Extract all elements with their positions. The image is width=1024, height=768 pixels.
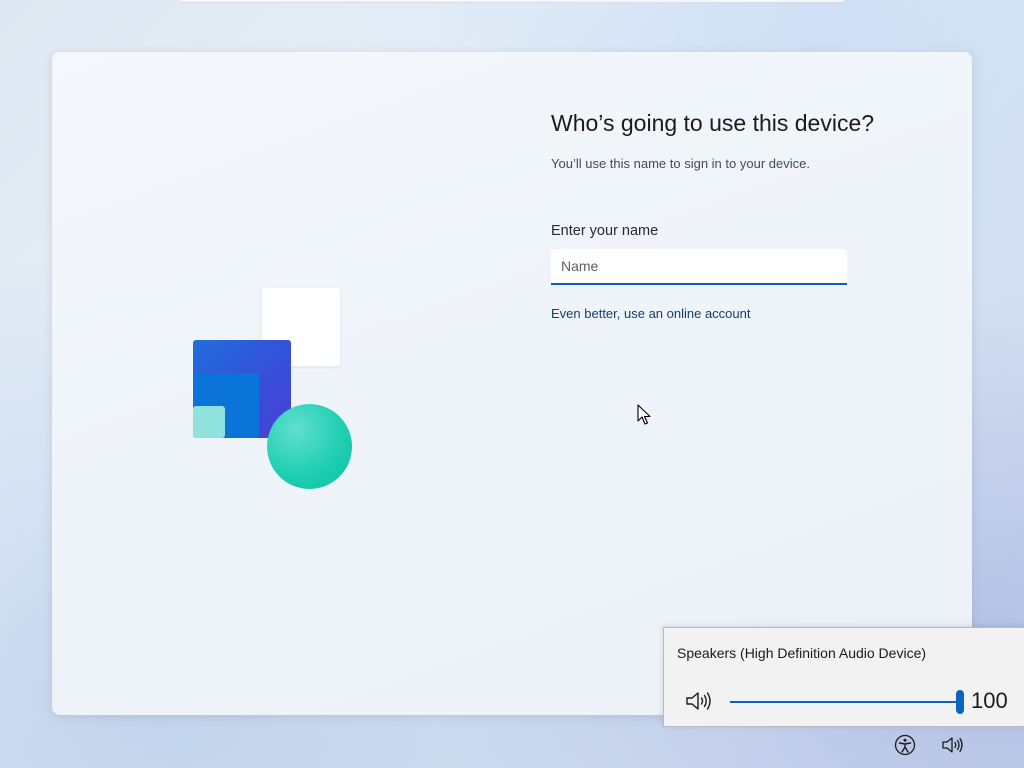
mouse-pointer-icon [637, 404, 651, 425]
name-input[interactable] [551, 249, 847, 285]
top-edge-bar [180, 0, 844, 3]
online-account-link[interactable]: Even better, use an online account [551, 306, 750, 321]
accessibility-icon[interactable] [893, 733, 917, 757]
name-field-label: Enter your name [551, 223, 659, 239]
volume-icon[interactable] [941, 733, 965, 757]
speaker-icon[interactable] [684, 689, 714, 713]
page-title: Who’s going to use this device? [551, 110, 875, 136]
volume-slider[interactable] [730, 690, 964, 714]
volume-level-value: 100 [971, 688, 1008, 713]
user-accounts-illustration [52, 52, 972, 715]
audio-device-name: Speakers (High Definition Audio Device) [677, 645, 927, 661]
page-subtitle: You’ll use this name to sign in to your … [551, 156, 810, 171]
illustration-mint-square [193, 406, 225, 438]
volume-slider-thumb[interactable] [956, 690, 964, 714]
illustration-teal-circle [267, 404, 352, 489]
volume-slider-fill [730, 701, 960, 703]
oobe-setup-card: Who’s going to use this device? You’ll u… [52, 52, 972, 715]
volume-flyout: Speakers (High Definition Audio Device) … [663, 627, 1024, 727]
